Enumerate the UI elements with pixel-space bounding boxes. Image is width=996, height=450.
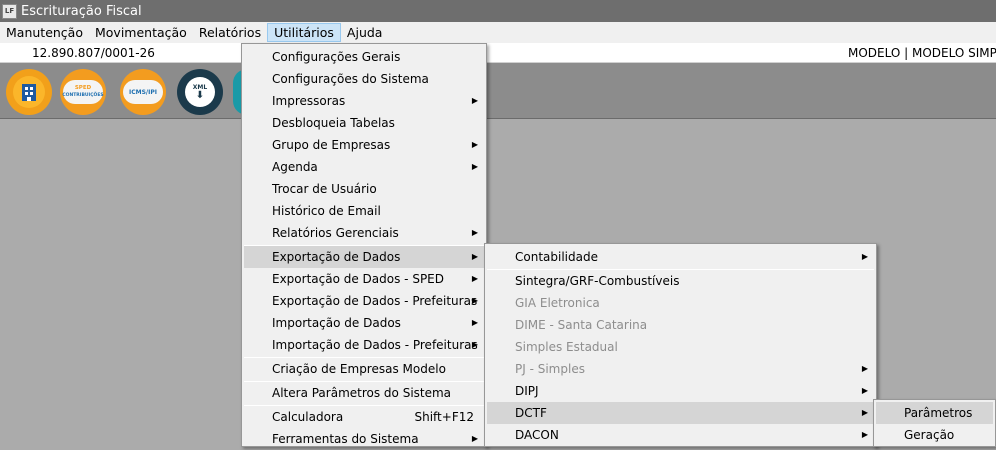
- company-model: MODELO | MODELO SIMPLES: [848, 46, 996, 60]
- menu-item-label: Exportação de Dados: [272, 250, 401, 264]
- xml-download-icon: XML ⬇: [185, 77, 215, 107]
- menu-item-configuracoes-sistema[interactable]: Configurações do Sistema: [244, 68, 484, 90]
- company-info-bar: 12.890.807/0001-26 MODELO | MODELO SIMPL…: [0, 43, 996, 63]
- menu-item-contabilidade[interactable]: Contabilidade ▶: [487, 246, 874, 268]
- menu-item-label: Simples Estadual: [515, 340, 618, 354]
- utilitarios-dropdown: Configurações Gerais Configurações do Si…: [241, 43, 487, 447]
- submenu-arrow-icon: ▶: [471, 162, 478, 171]
- menu-item-label: GIA Eletronica: [515, 296, 600, 310]
- submenu-arrow-icon: ▶: [861, 408, 868, 417]
- menu-item-label: Histórico de Email: [272, 204, 381, 218]
- sped-sub-label: CONTRIBUIÇÕES: [62, 93, 104, 98]
- menu-item-label: Criação de Empresas Modelo: [272, 362, 446, 376]
- menu-item-impressoras[interactable]: Impressoras ▶: [244, 90, 484, 112]
- building-icon: [13, 76, 45, 108]
- menu-item-label: PJ - Simples: [515, 362, 585, 376]
- menu-item-gia-eletronica: GIA Eletronica: [487, 292, 874, 314]
- menu-item-label: Relatórios Gerenciais: [272, 226, 399, 240]
- menu-item-exportacao-prefeituras[interactable]: Exportação de Dados - Prefeituras ▶: [244, 290, 484, 312]
- company-cnpj: 12.890.807/0001-26: [32, 46, 155, 60]
- company-button[interactable]: [6, 69, 52, 115]
- toolbar: SPED CONTRIBUIÇÕES ICMS/IPI XML ⬇: [0, 63, 996, 119]
- menu-item-criacao-empresas-modelo[interactable]: Criação de Empresas Modelo: [244, 358, 484, 380]
- submenu-arrow-icon: ▶: [471, 318, 478, 327]
- menu-relatorios[interactable]: Relatórios: [193, 23, 267, 42]
- menu-item-relatorios-gerenciais[interactable]: Relatórios Gerenciais ▶: [244, 222, 484, 244]
- menu-bar: Manutenção Movimentação Relatórios Utili…: [0, 22, 996, 43]
- menu-item-label: DIME - Santa Catarina: [515, 318, 648, 332]
- submenu-arrow-icon: ▶: [471, 296, 478, 305]
- menu-item-label: Altera Parâmetros do Sistema: [272, 386, 452, 400]
- menu-item-label: Importação de Dados: [272, 316, 401, 330]
- menu-item-label: Contabilidade: [515, 250, 598, 264]
- window-title: Escrituração Fiscal: [21, 3, 142, 19]
- icms-ipi-button[interactable]: ICMS/IPI: [120, 69, 166, 115]
- menu-item-agenda[interactable]: Agenda ▶: [244, 156, 484, 178]
- submenu-arrow-icon: ▶: [861, 364, 868, 373]
- menu-item-label: Trocar de Usuário: [272, 182, 377, 196]
- menu-item-importacao-dados[interactable]: Importação de Dados ▶: [244, 312, 484, 334]
- cloud-icon: ICMS/IPI: [123, 80, 163, 104]
- menu-ajuda[interactable]: Ajuda: [341, 23, 389, 42]
- menu-item-historico-email[interactable]: Histórico de Email: [244, 200, 484, 222]
- exportacao-submenu: Contabilidade ▶ Sintegra/GRF-Combustíveis…: [484, 243, 877, 447]
- menu-item-calculadora[interactable]: Calculadora Shift+F12: [244, 406, 484, 428]
- menu-item-importacao-prefeituras[interactable]: Importação de Dados - Prefeituras ▶: [244, 334, 484, 356]
- xml-button[interactable]: XML ⬇: [177, 69, 223, 115]
- title-bar: LF Escrituração Fiscal: [0, 0, 996, 22]
- icms-label: ICMS/IPI: [129, 88, 157, 96]
- menu-item-label: Calculadora: [272, 410, 344, 424]
- app-icon: LF: [2, 3, 17, 19]
- menu-item-exportacao-sped[interactable]: Exportação de Dados - SPED ▶: [244, 268, 484, 290]
- menu-item-configuracoes-gerais[interactable]: Configurações Gerais: [244, 46, 484, 68]
- menu-item-parametros[interactable]: Parâmetros: [876, 402, 993, 424]
- menu-item-label: Desbloqueia Tabelas: [272, 116, 395, 130]
- menu-item-label: Configurações do Sistema: [272, 72, 429, 86]
- submenu-arrow-icon: ▶: [471, 274, 478, 283]
- dctf-submenu: Parâmetros Geração: [873, 399, 996, 447]
- submenu-arrow-icon: ▶: [471, 140, 478, 149]
- menu-item-label: Impressoras: [272, 94, 346, 108]
- submenu-arrow-icon: ▶: [471, 252, 478, 261]
- menu-manutencao[interactable]: Manutenção: [0, 23, 89, 42]
- shortcut-label: Shift+F12: [414, 410, 474, 424]
- menu-item-sintegra[interactable]: Sintegra/GRF-Combustíveis: [487, 270, 874, 292]
- menu-item-dipj[interactable]: DIPJ ▶: [487, 380, 874, 402]
- menu-movimentacao[interactable]: Movimentação: [89, 23, 193, 42]
- menu-item-label: Agenda: [272, 160, 318, 174]
- menu-item-desbloqueia-tabelas[interactable]: Desbloqueia Tabelas: [244, 112, 484, 134]
- menu-item-label: Importação de Dados - Prefeituras: [272, 338, 478, 352]
- menu-item-label: Exportação de Dados - Prefeituras: [272, 294, 478, 308]
- sped-contribuicoes-button[interactable]: SPED CONTRIBUIÇÕES: [60, 69, 106, 115]
- submenu-arrow-icon: ▶: [861, 252, 868, 261]
- sped-label: SPED: [74, 85, 92, 91]
- cloud-icon: SPED CONTRIBUIÇÕES: [62, 80, 104, 104]
- menu-item-trocar-usuario[interactable]: Trocar de Usuário: [244, 178, 484, 200]
- menu-item-label: DACON: [515, 428, 559, 442]
- submenu-arrow-icon: ▶: [471, 340, 478, 349]
- menu-item-exportacao-dados[interactable]: Exportação de Dados ▶: [244, 246, 484, 268]
- menu-item-label: Configurações Gerais: [272, 50, 401, 64]
- submenu-arrow-icon: ▶: [471, 96, 478, 105]
- submenu-arrow-icon: ▶: [861, 430, 868, 439]
- menu-item-dacon[interactable]: DACON ▶: [487, 424, 874, 446]
- menu-item-label: DIPJ: [515, 384, 539, 398]
- menu-item-label: Sintegra/GRF-Combustíveis: [515, 274, 680, 288]
- menu-item-geracao[interactable]: Geração: [876, 424, 993, 446]
- menu-item-pj-simples: PJ - Simples ▶: [487, 358, 874, 380]
- menu-item-label: DCTF: [515, 406, 547, 420]
- menu-item-label: Grupo de Empresas: [272, 138, 391, 152]
- submenu-arrow-icon: ▶: [861, 386, 868, 395]
- menu-item-label: Geração: [904, 428, 955, 442]
- menu-item-altera-parametros[interactable]: Altera Parâmetros do Sistema: [244, 382, 484, 404]
- menu-item-grupo-empresas[interactable]: Grupo de Empresas ▶: [244, 134, 484, 156]
- menu-item-label: Ferramentas do Sistema: [272, 432, 419, 446]
- menu-item-simples-estadual: Simples Estadual: [487, 336, 874, 358]
- menu-utilitarios[interactable]: Utilitários: [267, 23, 341, 42]
- menu-item-dctf[interactable]: DCTF ▶: [487, 402, 874, 424]
- menu-item-label: Parâmetros: [904, 406, 973, 420]
- menu-item-dime: DIME - Santa Catarina: [487, 314, 874, 336]
- submenu-arrow-icon: ▶: [471, 228, 478, 237]
- menu-item-label: Exportação de Dados - SPED: [272, 272, 444, 286]
